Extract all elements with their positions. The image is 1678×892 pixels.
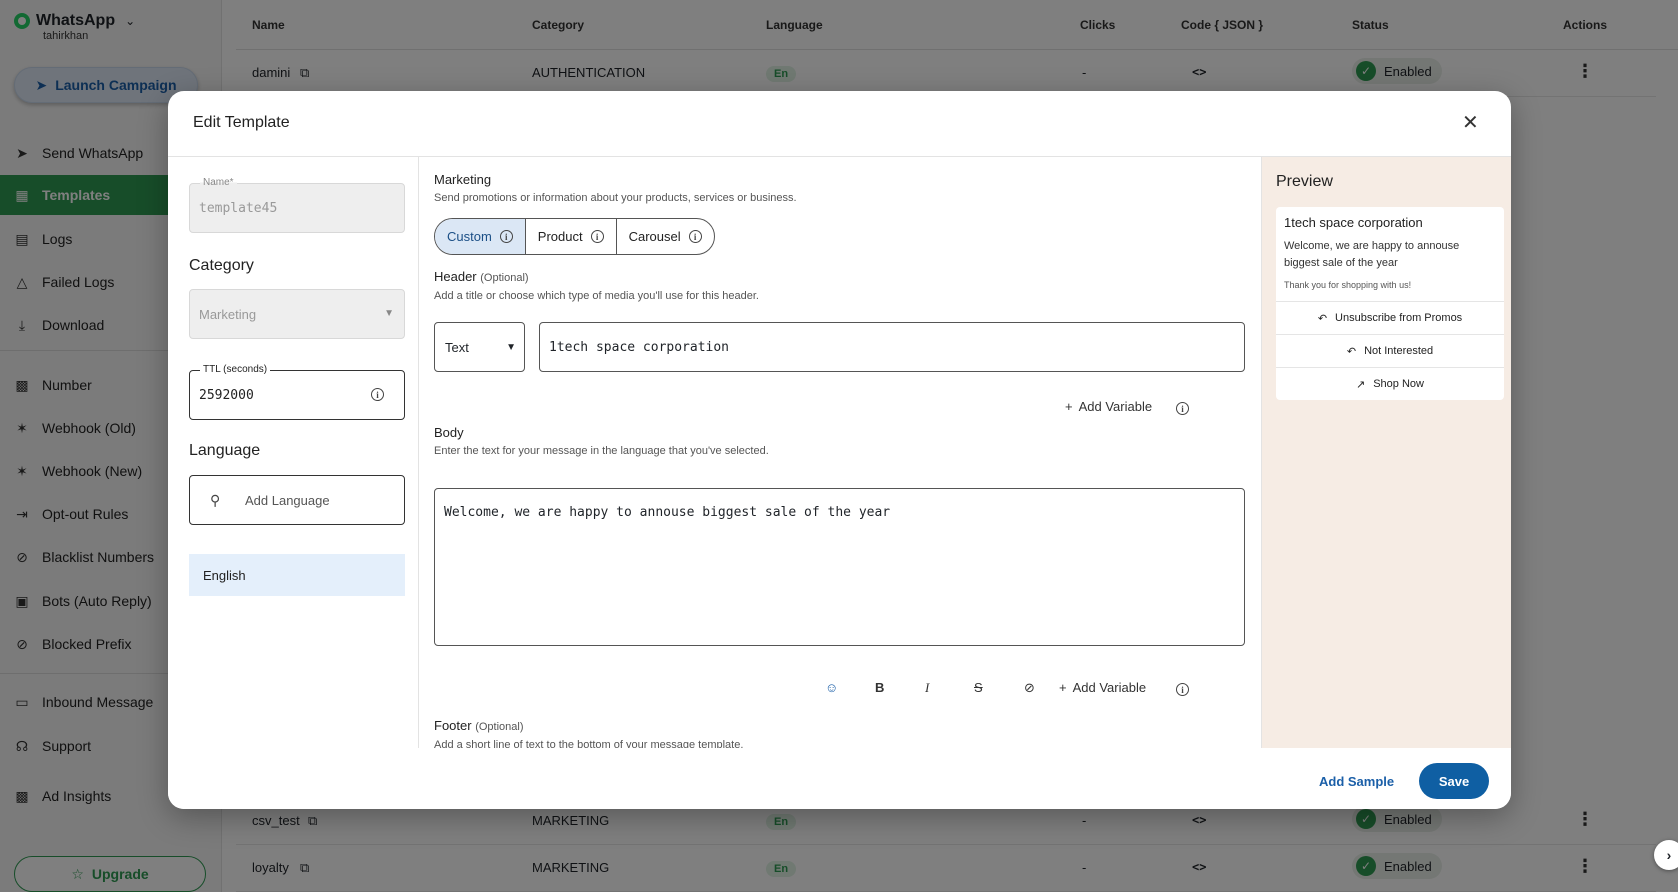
italic-icon[interactable]: I bbox=[925, 680, 929, 696]
dialog-footer: Add Sample Save bbox=[168, 748, 1511, 809]
format-product-button[interactable]: Product i bbox=[526, 219, 617, 254]
header-add-variable-button[interactable]: + Add Variable bbox=[1065, 399, 1152, 414]
preview-message-card: 1tech space corporation Welcome, we are … bbox=[1276, 207, 1504, 400]
search-icon: ⚲ bbox=[210, 492, 221, 508]
name-field-label: Name* bbox=[200, 177, 237, 188]
preview-panel: Preview 1tech space corporation Welcome,… bbox=[1261, 157, 1511, 748]
format-carousel-button[interactable]: Carousel i bbox=[617, 219, 714, 254]
header-subtitle: Add a title or choose which type of medi… bbox=[434, 290, 759, 302]
footer-section-title: Footer (Optional) bbox=[434, 718, 524, 733]
caret-down-icon: ▼ bbox=[384, 308, 394, 319]
plus-icon: + bbox=[1065, 399, 1073, 414]
body-textarea[interactable]: Welcome, we are happy to annouse biggest… bbox=[434, 488, 1245, 646]
language-item-english[interactable]: English bbox=[189, 554, 405, 596]
ttl-field-label: TTL (seconds) bbox=[200, 364, 271, 375]
category-select: Marketing ▼ bbox=[189, 289, 405, 339]
bold-icon[interactable]: B bbox=[875, 680, 884, 695]
add-sample-button[interactable]: Add Sample bbox=[1319, 774, 1394, 789]
format-carousel-label: Carousel bbox=[628, 229, 681, 244]
body-title: Body bbox=[434, 425, 464, 440]
footer-subtitle: Add a short line of text to the bottom o… bbox=[434, 739, 744, 748]
info-icon: i bbox=[590, 230, 604, 243]
code-off-icon[interactable]: ⊘ bbox=[1024, 680, 1035, 696]
format-custom-button[interactable]: Custom i bbox=[435, 219, 526, 254]
reply-icon: ↶ bbox=[1346, 345, 1357, 358]
footer-optional: (Optional) bbox=[475, 721, 524, 733]
info-icon[interactable]: i bbox=[1176, 683, 1189, 696]
dialog-header: Edit Template ✕ bbox=[168, 91, 1511, 157]
header-type-select[interactable]: Text ▼ bbox=[434, 322, 525, 372]
category-title: Category bbox=[189, 257, 254, 274]
template-editor-panel: Marketing Send promotions or information… bbox=[419, 157, 1245, 748]
preview-body: Welcome, we are happy to annouse biggest… bbox=[1284, 240, 1460, 269]
footer-title: Footer bbox=[434, 718, 472, 733]
external-link-icon: ↗ bbox=[1356, 378, 1366, 391]
preview-button-label: Not Interested bbox=[1364, 345, 1434, 357]
header-optional: (Optional) bbox=[480, 272, 529, 284]
chevron-right-icon[interactable]: › bbox=[1654, 840, 1678, 870]
template-type-title: Marketing bbox=[434, 172, 492, 187]
preview-title: Preview bbox=[1276, 173, 1333, 190]
caret-down-icon: ▼ bbox=[506, 342, 516, 353]
reply-icon: ↶ bbox=[1317, 312, 1328, 325]
preview-header: 1tech space corporation bbox=[1284, 215, 1423, 230]
preview-button-label: Unsubscribe from Promos bbox=[1335, 312, 1463, 324]
language-title: Language bbox=[189, 442, 261, 459]
body-text-value: Welcome, we are happy to annouse biggest… bbox=[444, 505, 891, 520]
save-button[interactable]: Save bbox=[1419, 763, 1489, 799]
format-custom-label: Custom bbox=[447, 229, 492, 244]
info-icon[interactable]: i bbox=[371, 388, 384, 401]
body-add-variable-button[interactable]: + Add Variable bbox=[1059, 680, 1146, 695]
header-title: Header bbox=[434, 269, 477, 284]
strikethrough-icon[interactable]: S bbox=[974, 680, 983, 695]
add-variable-label: Add Variable bbox=[1072, 680, 1147, 695]
template-type-subtitle: Send promotions or information about you… bbox=[434, 192, 797, 204]
close-icon[interactable]: ✕ bbox=[1462, 113, 1479, 133]
info-icon: i bbox=[688, 230, 702, 243]
preview-button-shop-now: ↗ Shop Now bbox=[1276, 367, 1504, 400]
ttl-field-value: 2592000 bbox=[199, 388, 254, 403]
language-search-input[interactable]: ⚲ Add Language bbox=[189, 475, 405, 525]
edit-template-dialog: Edit Template ✕ Name* template45 Categor… bbox=[168, 91, 1511, 809]
header-text-input[interactable]: 1tech space corporation bbox=[539, 322, 1245, 372]
template-settings-panel: Name* template45 Category Marketing ▼ TT… bbox=[168, 157, 419, 748]
category-select-value: Marketing bbox=[199, 307, 257, 322]
ttl-field[interactable]: TTL (seconds) 2592000 i bbox=[189, 364, 405, 420]
dialog-title: Edit Template bbox=[193, 114, 290, 131]
language-search-placeholder: Add Language bbox=[245, 493, 330, 508]
info-icon: i bbox=[499, 230, 513, 243]
body-subtitle: Enter the text for your message in the l… bbox=[434, 445, 769, 457]
header-section-title: Header (Optional) bbox=[434, 269, 529, 284]
template-format-toggle: Custom i Product i Carousel i bbox=[434, 218, 715, 255]
preview-button-unsubscribe: ↶ Unsubscribe from Promos bbox=[1276, 301, 1504, 334]
name-field-value: template45 bbox=[199, 201, 278, 216]
preview-button-not-interested: ↶ Not Interested bbox=[1276, 334, 1504, 367]
format-product-label: Product bbox=[537, 229, 583, 244]
info-icon[interactable]: i bbox=[1176, 402, 1189, 415]
preview-footer: Thank you for shopping with us! bbox=[1284, 280, 1412, 290]
header-type-value: Text bbox=[445, 340, 469, 355]
name-field: Name* template45 bbox=[189, 177, 405, 233]
header-text-value: 1tech space corporation bbox=[549, 340, 730, 355]
add-variable-label: Add Variable bbox=[1078, 399, 1153, 414]
preview-button-label: Shop Now bbox=[1373, 378, 1424, 390]
emoji-icon[interactable]: ☺ bbox=[825, 680, 838, 695]
plus-icon: + bbox=[1059, 680, 1067, 695]
